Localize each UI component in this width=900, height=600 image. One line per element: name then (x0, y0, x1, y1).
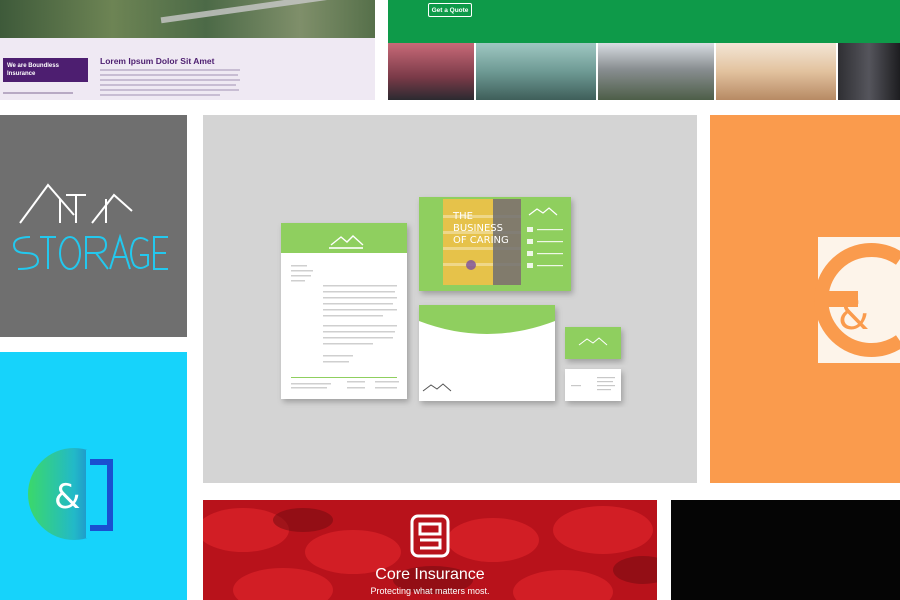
core-insurance-tile[interactable]: Core Insurance Protecting what matters m… (203, 500, 657, 600)
house-photo (598, 43, 714, 100)
orange-logo-tile[interactable]: & (710, 115, 900, 483)
text-placeholder (100, 94, 220, 96)
text-placeholder (100, 74, 238, 76)
brochure-line-1: THE (453, 211, 473, 222)
svg-text:&: & (838, 293, 869, 339)
text-placeholder (100, 89, 239, 91)
ampersand-logo: & (814, 237, 900, 363)
get-quote-button[interactable]: Get a Quote (428, 3, 472, 17)
cyan-logo-tile[interactable]: & (0, 352, 187, 600)
stationery-mockup-tile[interactable]: THE BUSINESS OF CARING (203, 115, 697, 483)
badge-line-2: Insurance (7, 71, 36, 77)
text-placeholder (100, 69, 240, 71)
brochure-line-3: OF CARING (453, 235, 509, 246)
stationery-scene (281, 197, 621, 401)
driving-photo (388, 43, 474, 100)
text-placeholder (100, 79, 240, 81)
header-bar: Get a Quote (388, 0, 900, 43)
svg-text:&: & (54, 477, 81, 517)
green-website-tile[interactable]: Get a Quote (388, 0, 900, 100)
text-placeholder (100, 84, 236, 86)
badge-line-1: We are Boundless (7, 63, 59, 69)
section-heading: Lorem Ipsum Dolor Sit Amet (100, 56, 215, 66)
website-mockup-tile[interactable]: We are Boundless Insurance Lorem Ipsum D… (0, 0, 375, 100)
business-photo (838, 43, 900, 100)
letterhead (281, 223, 407, 399)
attic-storage-logo (12, 183, 168, 270)
core-insurance-logo-icon (410, 514, 450, 558)
text-placeholder (3, 92, 73, 94)
brand-tagline: Protecting what matters most. (370, 586, 490, 596)
brochure-line-2: BUSINESS (453, 223, 503, 234)
boundless-badge: We are Boundless Insurance (3, 58, 88, 82)
family-photo (716, 43, 836, 100)
dentist-photo (476, 43, 596, 100)
gradient-circle-logo: & (28, 448, 120, 540)
brochure-title: THE BUSINESS OF CARING (453, 211, 509, 247)
dark-tile[interactable] (671, 500, 900, 600)
brand-title: Core Insurance (375, 566, 485, 583)
attic-storage-tile[interactable] (0, 115, 187, 337)
